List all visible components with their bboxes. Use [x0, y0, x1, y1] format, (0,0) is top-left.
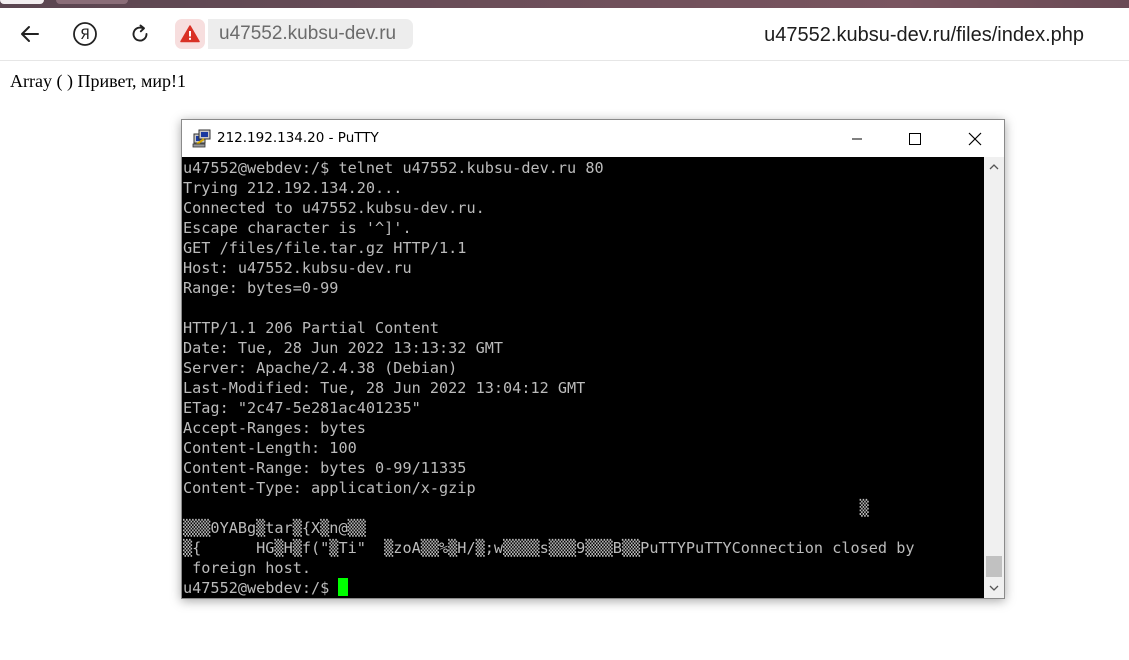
terminal-line: ETag: "2c47-5e281ac401235" [183, 399, 421, 417]
terminal-line: u47552@webdev:/$ telnet u47552.kubsu-dev… [183, 159, 604, 177]
terminal-line: foreign host. [183, 559, 312, 577]
putty-window-title: 212.192.134.20 - PuTTY [217, 130, 379, 146]
terminal-prompt-line: u47552@webdev:/$ [183, 578, 984, 598]
terminal-line: Range: bytes=0-99 [183, 279, 339, 297]
terminal-cursor [338, 578, 349, 596]
terminal-line: Escape character is '^]'. [183, 219, 412, 237]
close-button[interactable] [946, 120, 1004, 157]
maximize-button[interactable] [886, 120, 944, 157]
terminal-line: Date: Tue, 28 Jun 2022 13:13:32 GMT [183, 339, 504, 357]
chevron-up-icon [989, 164, 999, 170]
maximize-icon [909, 132, 921, 145]
terminal-line: Content-Range: bytes 0-99/11335 [183, 459, 467, 477]
putty-titlebar[interactable]: 212.192.134.20 - PuTTY [182, 120, 1004, 157]
back-button[interactable] [16, 20, 44, 48]
minimize-icon [852, 138, 862, 139]
inactive-tab[interactable] [56, 0, 128, 4]
address-bar[interactable]: u47552.kubsu-dev.ru [208, 19, 413, 49]
minimize-button[interactable] [828, 120, 886, 157]
terminal-line: ▒▒▒0YABg▒tar▒{X▒n@▒▒ [183, 519, 366, 537]
yandex-button[interactable]: Я [71, 20, 99, 48]
security-warning-badge[interactable] [175, 19, 205, 49]
reload-button[interactable] [126, 20, 154, 48]
terminal-line: Content-Length: 100 [183, 439, 357, 457]
scroll-down-button[interactable] [984, 578, 1004, 598]
yandex-icon: Я [73, 22, 97, 46]
terminal-prompt: u47552@webdev:/$ [183, 579, 339, 597]
svg-text:Я: Я [80, 27, 90, 43]
putty-icon [192, 129, 211, 148]
scroll-up-button[interactable] [984, 157, 1004, 177]
active-tab[interactable] [0, 0, 44, 4]
close-icon [968, 132, 982, 145]
terminal-line: Server: Apache/2.4.38 (Debian) [183, 359, 458, 377]
terminal-scrollbar[interactable] [984, 157, 1004, 598]
terminal-line: Trying 212.192.134.20... [183, 179, 403, 197]
chevron-down-icon [989, 585, 999, 591]
terminal-line: ▒{ HG▒H▒f("▒Ti" ▒zoA▒▒%▒H/▒;w▒▒▒▒s▒▒▒9▒▒… [183, 539, 915, 557]
putty-window: 212.192.134.20 - PuTTY u47552@webdev:/$ … [181, 119, 1005, 599]
terminal-line: Content-Type: application/x-gzip [183, 479, 476, 497]
reload-icon [132, 24, 148, 42]
scroll-thumb[interactable] [986, 556, 1002, 577]
terminal-line: HTTP/1.1 206 Partial Content [183, 319, 440, 337]
terminal-line: Host: u47552.kubsu-dev.ru [183, 259, 412, 277]
warning-icon [180, 25, 200, 43]
terminal-line: Last-Modified: Tue, 28 Jun 2022 13:04:12… [183, 379, 586, 397]
browser-toolbar: Я u47552.kubsu-dev.ru u47552.kubsu-dev.r… [0, 8, 1129, 61]
browser-tab-strip [0, 0, 1129, 8]
page-output-text: Array ( ) Привет, мир!1 [10, 71, 187, 91]
terminal-line: GET /files/file.tar.gz HTTP/1.1 [183, 239, 467, 257]
terminal-line: Connected to u47552.kubsu-dev.ru. [183, 199, 485, 217]
page-title: u47552.kubsu-dev.ru/files/index.php [764, 24, 1084, 46]
back-arrow-icon [21, 26, 39, 42]
terminal-line: Accept-Ranges: bytes [183, 419, 366, 437]
terminal-line: ▒ [183, 499, 869, 517]
terminal-screen[interactable]: u47552@webdev:/$ telnet u47552.kubsu-dev… [182, 157, 984, 598]
